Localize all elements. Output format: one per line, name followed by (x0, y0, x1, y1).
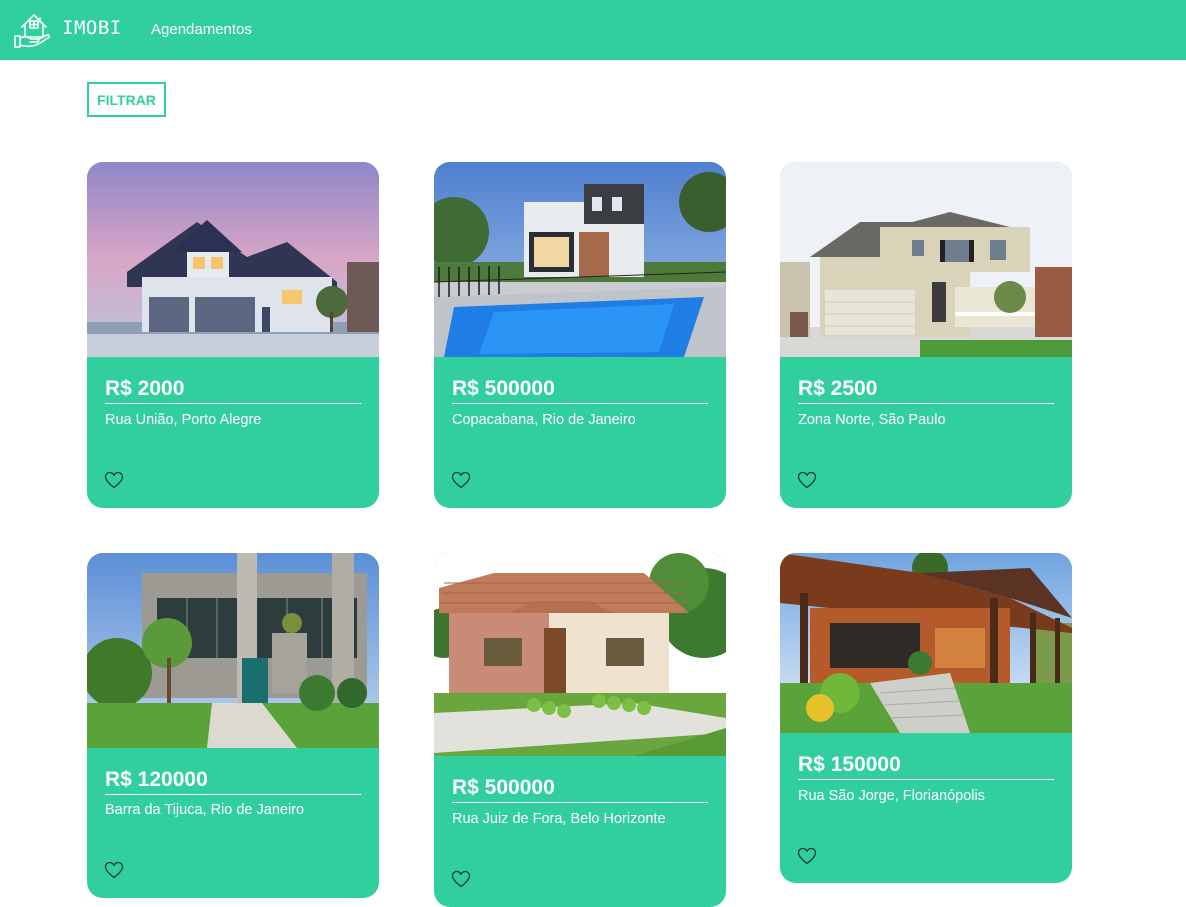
brand-logo-text[interactable]: IMOBI (62, 17, 122, 39)
listing-address: Rua São Jorge, Florianópolis (798, 788, 985, 804)
listing-card[interactable]: R$ 150000 Rua São Jorge, Florianópolis (780, 553, 1072, 883)
listing-price: R$ 500000 (452, 776, 708, 803)
listing-photo[interactable] (87, 553, 379, 748)
heart-outline-icon[interactable] (797, 471, 817, 489)
listing-address: Rua Juiz de Fora, Belo Horizonte (452, 811, 666, 827)
heart-outline-icon[interactable] (451, 870, 471, 888)
heart-outline-icon[interactable] (797, 847, 817, 865)
listing-card[interactable]: R$ 120000 Barra da Tijuca, Rio de Janeir… (87, 553, 379, 898)
top-navbar: IMOBI Agendamentos (0, 0, 1186, 60)
listing-price: R$ 500000 (452, 377, 708, 404)
listing-address: Barra da Tijuca, Rio de Janeiro (105, 802, 305, 818)
listing-address: Rua União, Porto Alegre (105, 412, 262, 428)
listing-card[interactable]: R$ 500000 Rua Juiz de Fora, Belo Horizon… (434, 553, 726, 907)
listing-photo[interactable] (87, 162, 379, 357)
house-hand-icon[interactable] (12, 10, 52, 50)
listing-price: R$ 2000 (105, 377, 361, 404)
nav-link-agendamentos[interactable]: Agendamentos (151, 21, 252, 38)
listing-address: Zona Norte, São Paulo (798, 412, 946, 428)
listing-card[interactable]: R$ 2000 Rua União, Porto Alegre (87, 162, 379, 508)
listing-card[interactable]: R$ 500000 Copacabana, Rio de Janeiro (434, 162, 726, 508)
heart-outline-icon[interactable] (104, 861, 124, 879)
listing-photo[interactable] (780, 162, 1072, 357)
listing-price: R$ 150000 (798, 753, 1054, 780)
listing-price: R$ 120000 (105, 768, 361, 795)
listing-card[interactable]: R$ 2500 Zona Norte, São Paulo (780, 162, 1072, 508)
heart-outline-icon[interactable] (451, 471, 471, 489)
listing-address: Copacabana, Rio de Janeiro (452, 412, 636, 428)
listing-photo[interactable] (434, 553, 726, 756)
heart-outline-icon[interactable] (104, 471, 124, 489)
listing-photo[interactable] (780, 553, 1072, 733)
listing-price: R$ 2500 (798, 377, 1054, 404)
listing-photo[interactable] (434, 162, 726, 357)
filter-button[interactable]: FILTRAR (87, 82, 166, 117)
